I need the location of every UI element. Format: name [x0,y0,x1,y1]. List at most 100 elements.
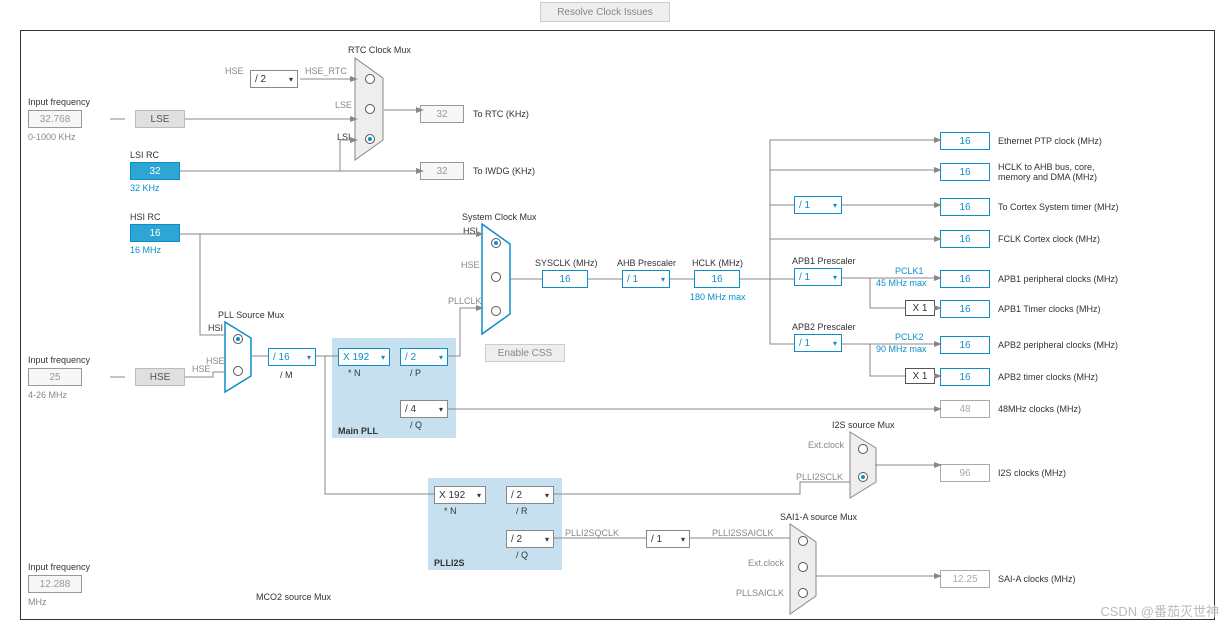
i2s-mux[interactable] [850,432,886,501]
freq1-label: Input frequency [28,97,90,107]
hsi-note: 16 MHz [130,245,161,255]
out-hclk-bus-val[interactable]: 16 [940,163,990,181]
freq3-value[interactable]: 12.288 [28,575,82,593]
rtc-mux-title: RTC Clock Mux [348,45,411,55]
out-48mhz-lbl: 48MHz clocks (MHz) [998,404,1081,414]
chevron-down-icon: ▾ [681,535,685,544]
iwdg-val: 32 [420,162,464,180]
sysclk-lbl: SYSCLK (MHz) [535,258,598,268]
out-fclk-val[interactable]: 16 [940,230,990,248]
chevron-down-icon: ▾ [833,273,837,282]
rtc-hse-rtc-radio[interactable] [365,74,375,84]
out-apb1-periph-lbl: APB1 peripheral clocks (MHz) [998,274,1118,284]
out-eth-lbl: Ethernet PTP clock (MHz) [998,136,1102,146]
out-i2s: 96I2S clocks (MHz) [940,464,1066,482]
sys-hse-radio[interactable] [491,272,501,282]
rtc-lse-label: LSE [335,100,352,110]
sys-mux[interactable] [482,224,522,337]
sai-mux[interactable] [790,524,826,617]
pll-div-q[interactable]: / 4▾ [400,400,448,418]
i2s-ext-radio[interactable] [858,444,868,454]
hsi-val: 16 [130,224,180,242]
sys-hsi-radio[interactable] [491,238,501,248]
pll-div-p[interactable]: / 2▾ [400,348,448,366]
i2s-pll-radio[interactable] [858,472,868,482]
plli2s-div-q[interactable]: / 2▾ [506,530,554,548]
apb1-mul: X 1 [905,300,935,316]
div-m-lbl: / M [280,370,293,380]
sai-mux-title: SAI1-A source Mux [780,512,857,522]
freq3-label: Input frequency [28,562,90,572]
chevron-down-icon: ▾ [307,353,311,362]
sai-div-val: / 1 [651,534,662,545]
hse-box[interactable]: HSE [135,368,185,386]
resolve-clock-btn[interactable]: Resolve Clock Issues [540,2,670,22]
out-cortex-sys-val[interactable]: 16 [940,198,990,216]
out-cortex-sys-lbl: To Cortex System timer (MHz) [998,202,1119,212]
pll-hsi-radio[interactable] [233,334,243,344]
sai-mid-radio[interactable] [798,562,808,572]
div-p-lbl: / P [410,368,421,378]
hclk-val[interactable]: 16 [694,270,740,288]
apb2-div[interactable]: / 1▾ [794,334,842,352]
lsi-val: 32 [130,162,180,180]
plli2s-mul-n[interactable]: X 192▾ [434,486,486,504]
rtc-hse-div[interactable]: / 2▾ [250,70,298,88]
out-apb1-periph-val[interactable]: 16 [940,270,990,288]
ahb-div[interactable]: / 1▾ [622,270,670,288]
hsi-rc-label: HSI RC [130,212,161,222]
rtc-lse-radio[interactable] [365,104,375,114]
freq1-value[interactable]: 32.768 [28,110,82,128]
pll-div-m[interactable]: / 16▾ [268,348,316,366]
sysclk-val[interactable]: 16 [542,270,588,288]
sys-pllclk-radio[interactable] [491,306,501,316]
chevron-down-icon: ▾ [477,491,481,500]
enable-css-btn[interactable]: Enable CSS [485,344,565,362]
out-hclk-bus-lbl: HCLK to AHB bus, core, memory and DMA (M… [998,162,1128,182]
i2s-r-val: / 2 [511,490,522,501]
freq2-label: Input frequency [28,355,90,365]
pll-hse-radio[interactable] [233,366,243,376]
out-48mhz-val[interactable]: 48 [940,400,990,418]
out-apb2-timer-val[interactable]: 16 [940,368,990,386]
rtc-hse-rtc-label: HSE_RTC [305,66,347,76]
sai-top-radio[interactable] [798,536,808,546]
cortex-div[interactable]: / 1▾ [794,196,842,214]
apb1-div[interactable]: / 1 ▾ [794,268,842,286]
lse-box[interactable]: LSE [135,110,185,128]
apb2-div-val: / 1 [799,338,810,349]
hclk-lbl: HCLK (MHz) [692,258,743,268]
apb1-note: 45 MHz max [876,278,927,288]
chevron-down-icon: ▾ [289,75,293,84]
apb1-pclk-lbl: PCLK1 [895,266,924,276]
out-apb1-periph: 16 APB1 peripheral clocks (MHz) [940,270,1118,288]
rtc-hse-in: HSE [225,66,244,76]
out-saia-val[interactable]: 12.25 [940,570,990,588]
plli2s-label: PLLI2S [434,558,465,568]
i2s-q-val: / 2 [511,534,522,545]
pll-src-mux[interactable] [225,322,261,395]
out-fclk: 16FCLK Cortex clock (MHz) [940,230,1100,248]
div-q-lbl: / Q [410,420,422,430]
sai-bot-radio[interactable] [798,588,808,598]
apb1-div-val: / 1 [799,272,810,283]
out-apb2-periph-val[interactable]: 16 [940,336,990,354]
out-apb2-timer: 16 APB2 timer clocks (MHz) [940,368,1098,386]
pllsaiclk-lbl: PLLSAICLK [736,588,784,598]
out-i2s-val[interactable]: 96 [940,464,990,482]
freq2-value[interactable]: 25 [28,368,82,386]
sai-div[interactable]: / 1 ▾ [646,530,690,548]
mul-n-lbl: * N [348,368,361,378]
watermark: CSDN @番茄灭世神 [1100,601,1219,620]
rtc-lsi-radio[interactable] [365,134,375,144]
pll-mul-n[interactable]: X 192▾ [338,348,390,366]
sysmux-title: System Clock Mux [462,212,537,222]
plli2s-div-r[interactable]: / 2▾ [506,486,554,504]
out-apb1-timer-val[interactable]: 16 [940,300,990,318]
out-eth-val[interactable]: 16 [940,132,990,150]
rtc-out-label: To RTC (KHz) [473,109,529,119]
out-apb2-timer-lbl: APB2 timer clocks (MHz) [998,372,1098,382]
apb1-title: APB1 Prescaler [792,256,856,266]
chevron-down-icon: ▾ [439,353,443,362]
rtc-mux[interactable] [355,58,395,163]
